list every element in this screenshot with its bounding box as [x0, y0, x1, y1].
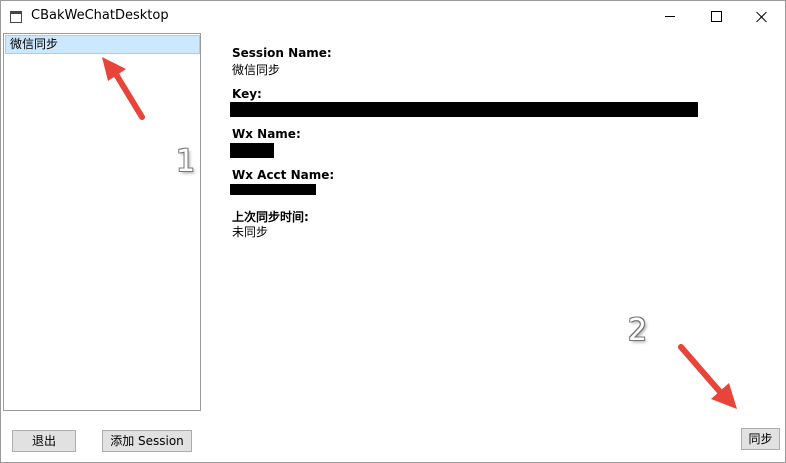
- wx-acct-name-value-redacted: [230, 184, 316, 195]
- key-value-redacted: [230, 102, 698, 117]
- maximize-icon: [710, 11, 722, 22]
- app-window: CBakWeChatDesktop 微信同步 Session Name: 微信同…: [0, 0, 786, 463]
- session-name-value: 微信同步: [232, 63, 281, 77]
- wx-name-value-redacted: [230, 143, 274, 158]
- window-title: CBakWeChatDesktop: [31, 8, 169, 23]
- wx-name-label: Wx Name:: [232, 127, 301, 141]
- last-sync-value: 未同步: [232, 225, 269, 239]
- close-icon: [756, 11, 768, 23]
- annotation-arrow-2-icon: [678, 344, 737, 409]
- exit-button[interactable]: 退出: [12, 430, 76, 452]
- title-bar: CBakWeChatDesktop: [1, 1, 785, 32]
- annotation-step-1: 1: [176, 144, 196, 179]
- wx-acct-name-label: Wx Acct Name:: [232, 168, 335, 182]
- close-button[interactable]: [739, 1, 785, 32]
- minimize-button[interactable]: [647, 1, 693, 32]
- sync-button[interactable]: 同步: [741, 428, 780, 450]
- key-label: Key:: [232, 87, 262, 101]
- add-session-button[interactable]: 添加 Session: [102, 430, 192, 452]
- session-name-label: Session Name:: [232, 46, 332, 60]
- annotation-arrow-1-icon: [102, 57, 145, 120]
- app-window-icon: [10, 11, 22, 23]
- minimize-icon: [665, 16, 675, 17]
- annotation-step-2: 2: [628, 313, 648, 348]
- maximize-button[interactable]: [693, 1, 739, 32]
